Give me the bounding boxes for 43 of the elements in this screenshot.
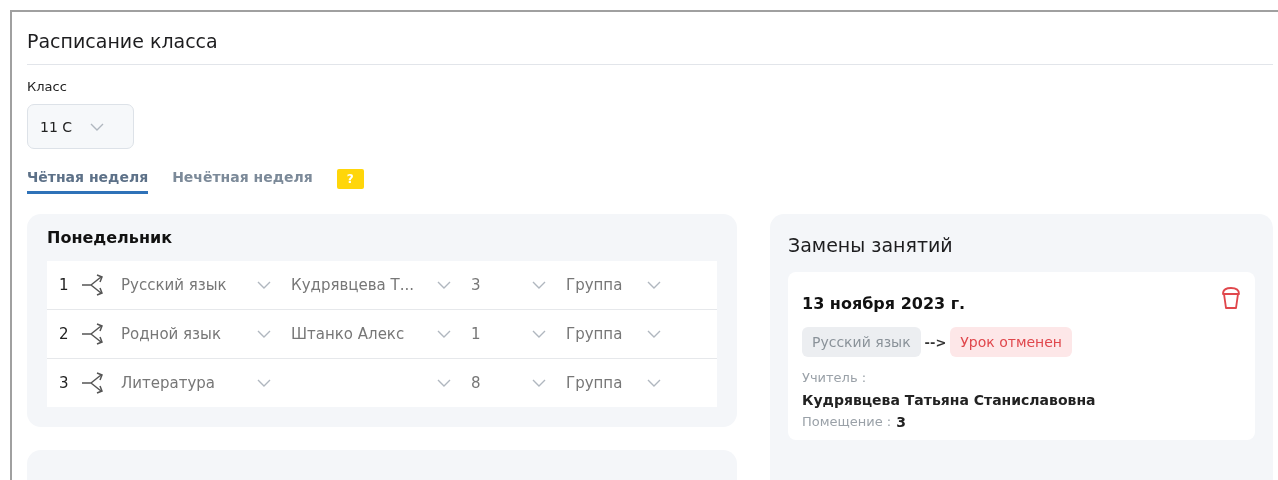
arrow-text: --> <box>924 334 947 350</box>
chevron-down-icon <box>437 330 451 338</box>
panel-title: Замены занятий <box>788 234 954 256</box>
room-select[interactable]: 1 <box>471 325 566 343</box>
day-title: Понедельник <box>47 228 174 247</box>
chevron-down-icon <box>647 379 661 387</box>
chevron-down-icon <box>532 379 546 387</box>
teacher-select[interactable]: Штанко Алекс <box>291 325 471 343</box>
teacher-name: Кудрявцева Татьяна Станиславовна <box>802 392 1096 408</box>
lesson-number: 1 <box>59 276 70 294</box>
chevron-down-icon <box>532 330 546 338</box>
subject-select[interactable]: Русский язык <box>121 276 291 294</box>
lesson-number: 3 <box>59 374 70 392</box>
class-select[interactable]: 11 С <box>27 104 134 149</box>
subject-select[interactable]: Родной язык <box>121 325 291 343</box>
week-tab[interactable]: Нечётная неделя <box>172 163 313 194</box>
status-tag: Урок отменен <box>950 327 1072 357</box>
replacement-date: 13 ноября 2023 г. <box>802 294 966 313</box>
chevron-down-icon <box>647 330 661 338</box>
chevron-down-icon <box>532 281 546 289</box>
room-select[interactable]: 8 <box>471 374 566 392</box>
lesson-number: 2 <box>59 325 70 343</box>
group-select[interactable]: Группа <box>566 276 681 294</box>
subject-tag: Русский язык <box>802 327 921 357</box>
chevron-down-icon <box>437 281 451 289</box>
chevron-down-icon <box>257 379 271 387</box>
week-tab[interactable]: Чётная неделя <box>27 163 149 194</box>
class-label: Класс <box>27 79 68 94</box>
delete-icon[interactable] <box>1221 286 1241 310</box>
subject-select[interactable]: Литература <box>121 374 291 392</box>
chevron-down-icon <box>647 281 661 289</box>
group-select[interactable]: Группа <box>566 325 681 343</box>
chevron-down-icon <box>257 281 271 289</box>
chevron-down-icon <box>90 122 105 131</box>
room-label: Помещение : <box>802 414 892 430</box>
teacher-label: Учитель : <box>802 370 867 385</box>
teacher-select[interactable]: Кудрявцева Т... <box>291 276 471 294</box>
room-value: 3 <box>896 414 906 430</box>
chevron-down-icon <box>257 330 271 338</box>
group-select[interactable]: Группа <box>566 374 681 392</box>
chevron-down-icon <box>437 379 451 387</box>
page-title: Расписание класса <box>27 12 1273 65</box>
room-select[interactable]: 3 <box>471 276 566 294</box>
